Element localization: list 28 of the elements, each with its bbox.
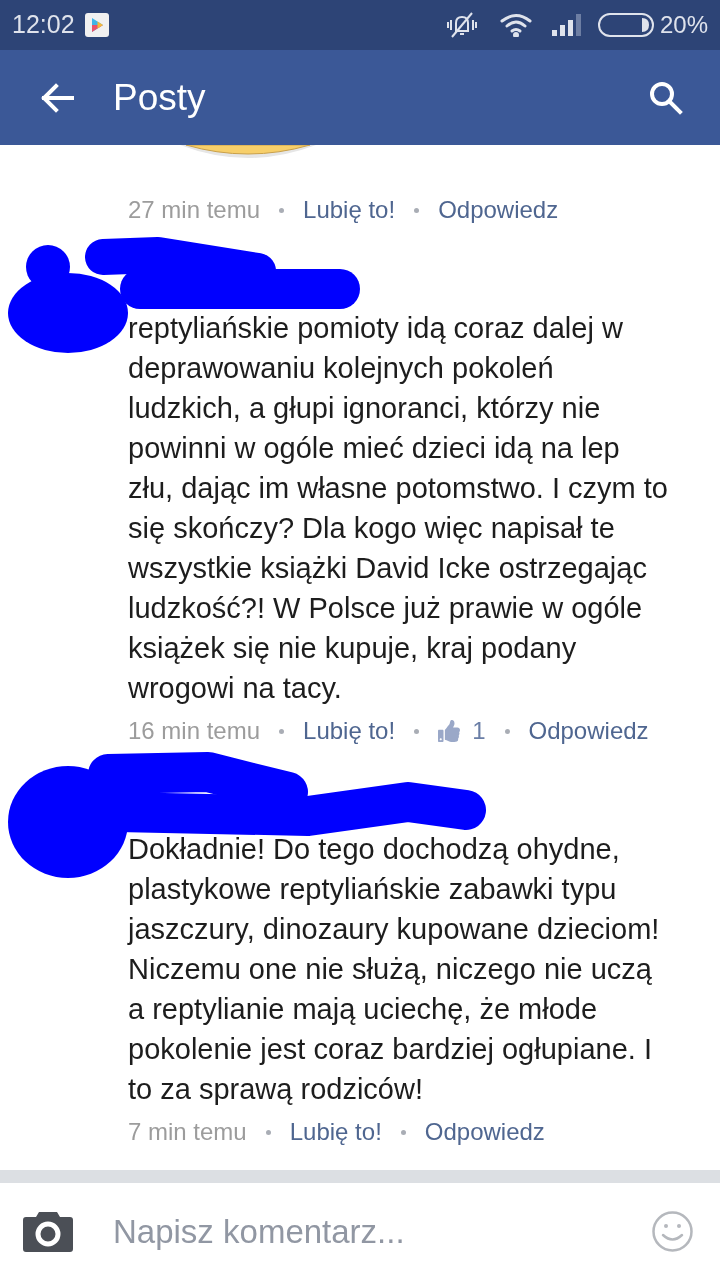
camera-button[interactable] bbox=[23, 1211, 73, 1252]
search-icon bbox=[649, 80, 683, 115]
like-link[interactable]: Lubię to! bbox=[303, 195, 396, 225]
comment-time: 7 min temu bbox=[128, 1117, 247, 1147]
comment-text: reptyliańskie pomioty idą coraz dalej w deprawowaniu kolejnych pokoleń ludzkich, a głupi ignoranci, którzy nie powinni w ogóle mieć dzieci idą na lep złu, dając im własne potomstwo. I czym to się skończy? Dla kogo więc napisał te wszystkie książki David Icke ostrzegając ludzkość?! W Polsce już prawie w ogóle książek się nie kupuje, kraj podany wrogowi na tacy. bbox=[128, 311, 668, 706]
search-button[interactable] bbox=[648, 79, 684, 116]
header-title: Posty bbox=[113, 75, 206, 120]
wifi-icon bbox=[499, 13, 532, 37]
vibrate-off-icon bbox=[445, 11, 478, 39]
status-time: 12:02 bbox=[12, 9, 75, 41]
signal-icon bbox=[551, 14, 584, 36]
reply-link[interactable]: Odpowiedz bbox=[528, 716, 649, 746]
comment-text: Dokładnie! Do tego dochodzą ohydne, plastykowe reptyliańskie zabawki typu jaszczury, dinozaury kupowane dzieciom! Niczemu one nie służą, niczego nie uczą a reptylianie mają uciechę, że młode pokolenie jest coraz bardziej ogłupiane. I to za sprawą rodziców! bbox=[128, 832, 661, 1107]
comment-time: 27 min temu bbox=[128, 195, 261, 225]
thumbs-up-icon bbox=[438, 720, 461, 742]
battery-percent: 20% bbox=[659, 10, 708, 40]
play-store-icon bbox=[84, 13, 109, 37]
smiley-icon bbox=[652, 1211, 693, 1252]
like-link[interactable]: Lubię to! bbox=[289, 1117, 382, 1147]
like-link[interactable]: Lubię to! bbox=[303, 716, 396, 746]
reply-link[interactable]: Odpowiedz bbox=[438, 195, 559, 225]
reply-link[interactable]: Odpowiedz bbox=[424, 1117, 545, 1147]
comment-time: 16 min temu bbox=[128, 716, 261, 746]
like-count: 1 bbox=[472, 716, 486, 746]
comment-input[interactable]: Napisz komentarz... bbox=[113, 1201, 642, 1262]
camera-icon bbox=[23, 1211, 73, 1252]
back-arrow-icon bbox=[40, 82, 74, 113]
battery-icon bbox=[597, 13, 654, 37]
